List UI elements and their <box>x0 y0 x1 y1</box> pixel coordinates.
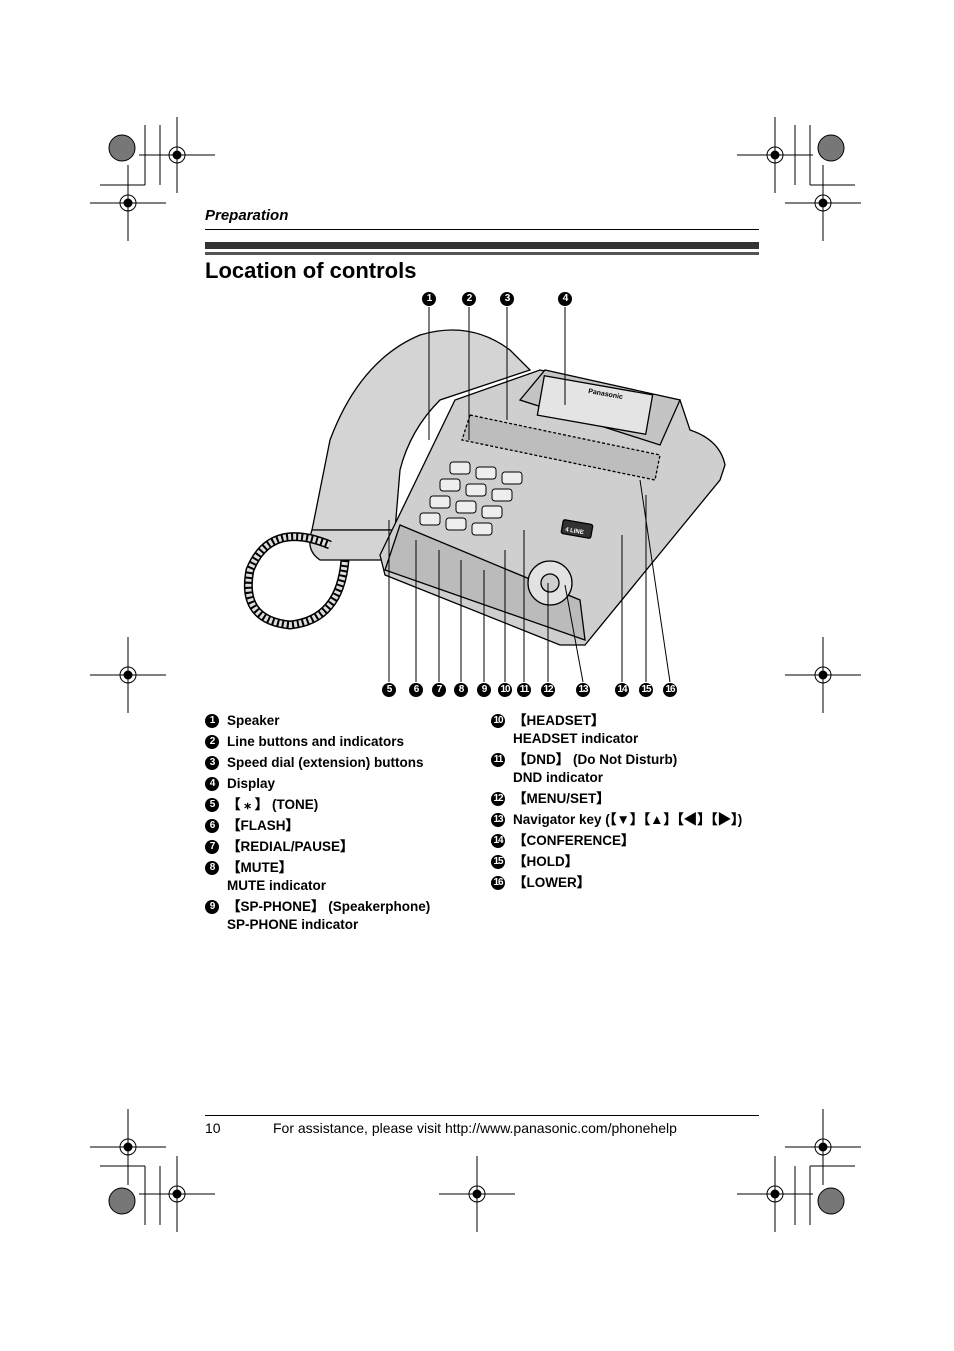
callout-1: 1 <box>422 292 436 306</box>
item-number: 5 <box>205 798 219 812</box>
control-item: 13 Navigator key (【▼】【▲】【◀】【▶】) <box>491 811 742 829</box>
controls-list-left: 1 Speaker 2 Line buttons and indicators 3 Spe… <box>205 712 430 937</box>
item-text: 【REDIAL/PAUSE】 <box>227 839 354 854</box>
item-number: 3 <box>205 756 219 770</box>
item-number: 15 <box>491 855 505 869</box>
callout-15: 15 <box>639 683 653 697</box>
item-text: Speaker <box>227 713 280 728</box>
dial-key <box>449 461 471 475</box>
control-item: 9 【SP-PHONE】 (Speakerphone) SP-PHONE indic… <box>205 898 430 934</box>
item-text: 【FLASH】 <box>227 818 299 833</box>
item-text: 【HEADSET】 <box>513 713 605 728</box>
callout-11: 11 <box>517 683 531 697</box>
dial-key <box>429 495 451 509</box>
item-number: 12 <box>491 792 505 806</box>
item-number: 13 <box>491 813 505 827</box>
item-text: Navigator key (【▼】【▲】【◀】【▶】) <box>513 812 743 827</box>
item-text: SP-PHONE indicator <box>227 917 359 932</box>
dial-key <box>501 471 523 485</box>
control-item: 4 Display <box>205 775 430 793</box>
item-text: DND indicator <box>513 770 604 785</box>
item-number: 16 <box>491 876 505 890</box>
callout-6: 6 <box>409 683 423 697</box>
item-text: 【CONFERENCE】 <box>513 833 635 848</box>
callout-3: 3 <box>500 292 514 306</box>
controls-list-right: 10 【HEADSET】 HEADSET indicator 11 【DND】 (Do … <box>491 712 742 895</box>
item-number: 4 <box>205 777 219 791</box>
control-item: 8 【MUTE】 MUTE indicator <box>205 859 430 895</box>
callout-14: 14 <box>615 683 629 697</box>
dial-key <box>471 522 493 536</box>
control-item: 16 【LOWER】 <box>491 874 742 892</box>
dial-key <box>475 466 497 480</box>
item-number: 10 <box>491 714 505 728</box>
phone-illustration: Panasonic 4 LINE <box>243 307 726 683</box>
item-number: 7 <box>205 840 219 854</box>
item-text: MUTE indicator <box>227 878 327 893</box>
control-item: 2 Line buttons and indicators <box>205 733 430 751</box>
control-item: 1 Speaker <box>205 712 430 730</box>
callout-7: 7 <box>432 683 446 697</box>
callout-12: 12 <box>541 683 555 697</box>
item-text: 【MENU/SET】 <box>513 791 610 806</box>
item-number: 6 <box>205 819 219 833</box>
item-number: 2 <box>205 735 219 749</box>
menu-set-button <box>540 573 560 593</box>
callout-8: 8 <box>454 683 468 697</box>
manual-page: Preparation Location of controls Panason… <box>0 0 954 1351</box>
item-text: Speed dial (extension) buttons <box>227 755 424 770</box>
callout-5: 5 <box>382 683 396 697</box>
dial-key <box>465 483 487 497</box>
footer-text: For assistance, please visit http://www.… <box>273 1120 677 1136</box>
item-text: 【LOWER】 <box>513 875 591 890</box>
dial-key <box>491 488 513 502</box>
control-item: 15 【HOLD】 <box>491 853 742 871</box>
control-item: 12 【MENU/SET】 <box>491 790 742 808</box>
callout-4: 4 <box>558 292 572 306</box>
control-item: 3 Speed dial (extension) buttons <box>205 754 430 772</box>
callout-16: 16 <box>663 683 677 697</box>
control-item: 6 【FLASH】 <box>205 817 430 835</box>
item-text: 【HOLD】 <box>513 854 579 869</box>
control-item: 10 【HEADSET】 HEADSET indicator <box>491 712 742 748</box>
control-item: 7 【REDIAL/PAUSE】 <box>205 838 430 856</box>
dial-key <box>439 478 461 492</box>
item-text: 【 ⁎ 】 (TONE) <box>227 797 319 812</box>
control-item: 5 【 ⁎ 】 (TONE) <box>205 796 430 814</box>
item-text: Display <box>227 776 276 791</box>
item-number: 1 <box>205 714 219 728</box>
item-text: 【DND】 (Do Not Disturb) <box>513 752 678 767</box>
page-number: 10 <box>205 1120 221 1136</box>
dial-key <box>419 512 441 526</box>
dial-key <box>455 500 477 514</box>
callout-2: 2 <box>462 292 476 306</box>
dial-key <box>481 505 503 519</box>
item-number: 11 <box>491 753 505 767</box>
item-number: 14 <box>491 834 505 848</box>
item-text: HEADSET indicator <box>513 731 639 746</box>
callout-9: 9 <box>477 683 491 697</box>
callout-10: 10 <box>498 683 512 697</box>
item-text: 【MUTE】 <box>227 860 293 875</box>
dial-key <box>445 517 467 531</box>
item-text: 【SP-PHONE】 (Speakerphone) <box>227 899 431 914</box>
item-number: 9 <box>205 900 219 914</box>
callout-13: 13 <box>576 683 590 697</box>
control-item: 14 【CONFERENCE】 <box>491 832 742 850</box>
footer-rule <box>205 1115 759 1116</box>
item-text: Line buttons and indicators <box>227 734 405 749</box>
control-item: 11 【DND】 (Do Not Disturb) DND indicator <box>491 751 742 787</box>
item-number: 8 <box>205 861 219 875</box>
